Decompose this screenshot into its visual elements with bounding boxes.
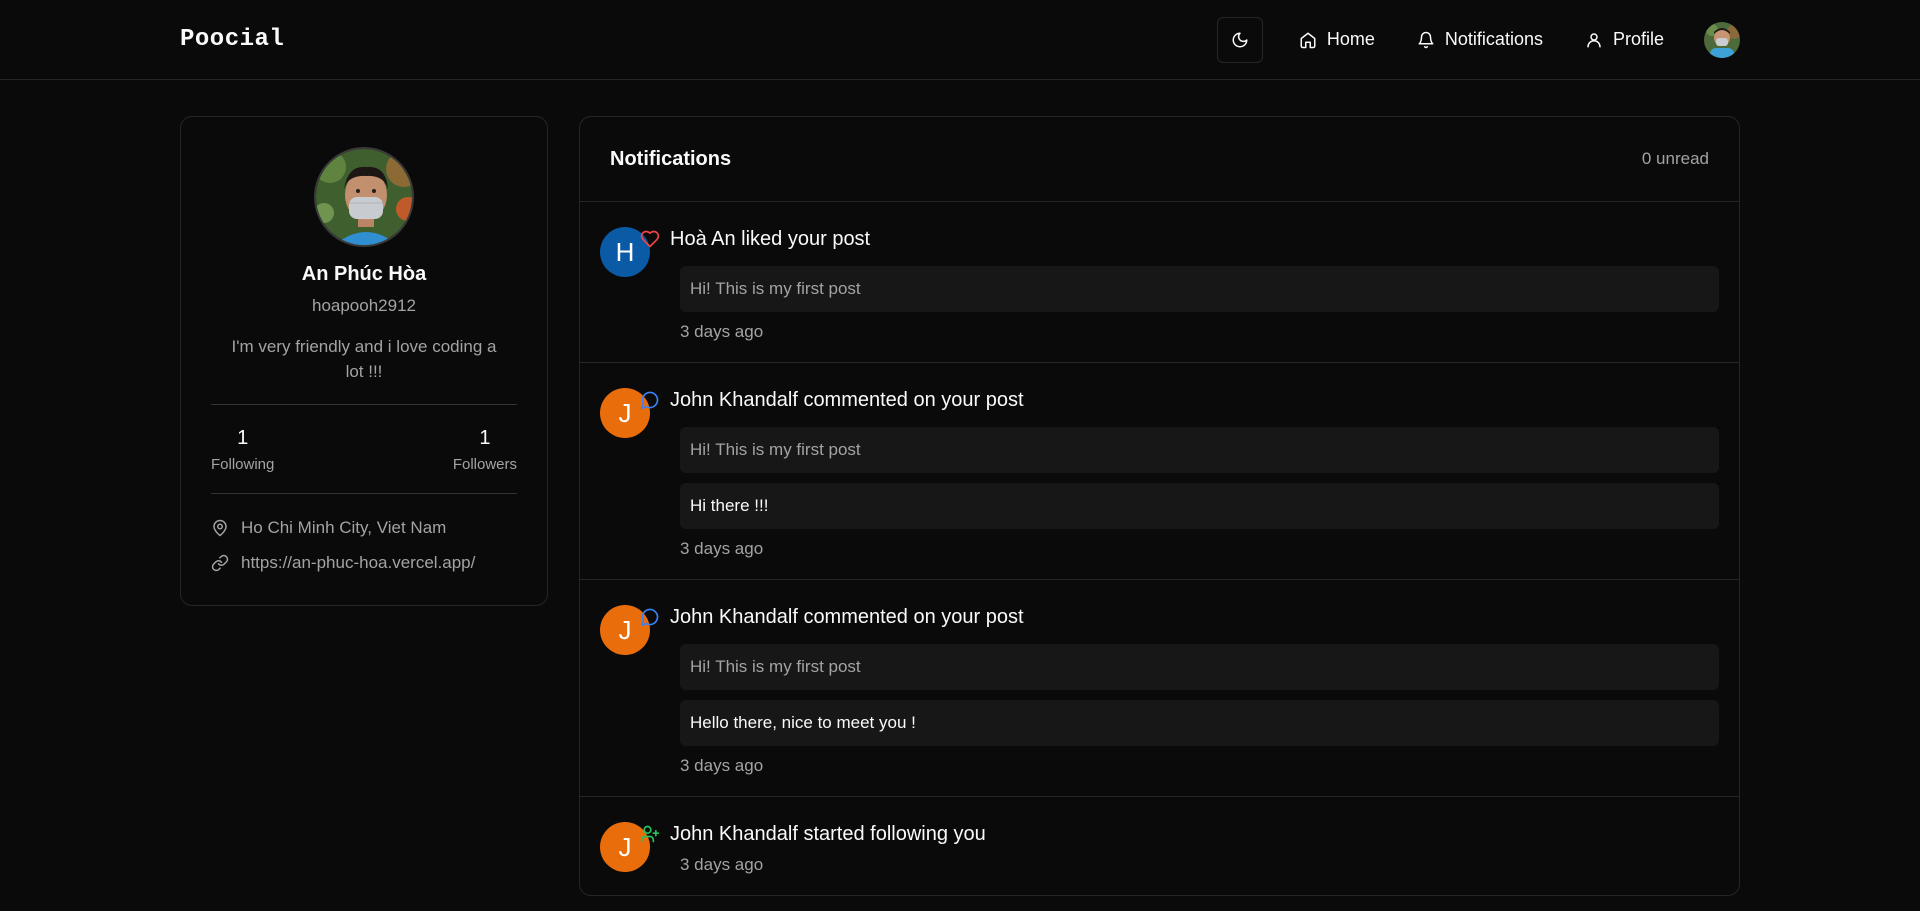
notifications-panel: Notifications 0 unread H Hoà An liked yo… — [579, 116, 1740, 896]
home-icon — [1300, 32, 1316, 48]
profile-divider-2 — [211, 493, 517, 494]
nav-profile-label: Profile — [1612, 29, 1664, 49]
user-avatar-menu[interactable] — [1704, 21, 1740, 58]
notification-text: Hoà An liked your post — [670, 227, 871, 250]
nav-notifications-label: Notifications — [1444, 29, 1543, 49]
notification-body: John Khandalf started following you 3 da… — [640, 821, 1719, 875]
profile-card: An Phúc Hòa hoapooh2912 I'm very friendl… — [180, 116, 548, 606]
notification-body: Hoà An liked your post Hi! This is my fi… — [640, 226, 1719, 342]
notification-time: 3 days ago — [680, 855, 764, 874]
notification-time: 3 days ago — [680, 539, 764, 558]
navbar-inner: Poocial Home Notifications Profile — [180, 16, 1740, 63]
link-icon — [211, 554, 229, 572]
notification-text: John Khandalf started following you — [670, 822, 986, 845]
moon-icon — [1232, 32, 1248, 47]
profile-photo — [316, 149, 412, 245]
post-preview[interactable]: Hi! This is my first post — [680, 266, 1719, 312]
unread-count: 0 unread — [1641, 149, 1709, 168]
profile-location: Ho Chi Minh City, Viet Nam — [211, 516, 517, 540]
notification-text: John Khandalf commented on your post — [670, 605, 1024, 628]
profile-website-link[interactable]: https://an-phuc-hoa.vercel.app/ — [241, 553, 475, 573]
nav-notifications[interactable]: Notifications — [1417, 29, 1543, 50]
map-pin-icon — [213, 519, 227, 537]
profile-username: hoapooh2912 — [311, 296, 416, 315]
notification-body: John Khandalf commented on your post Hi!… — [640, 604, 1719, 776]
message-circle-icon — [640, 391, 659, 410]
avatar-photo — [1704, 21, 1740, 58]
top-navbar: Poocial Home Notifications Profile — [0, 0, 1920, 80]
notification-item[interactable]: J John Khandalf commented on your post H… — [580, 363, 1739, 580]
message-circle-icon — [640, 608, 659, 627]
comment-preview: Hi there !!! — [680, 483, 1719, 529]
profile-bio: I'm very friendly and i love coding a lo… — [231, 337, 497, 381]
user-plus-icon — [640, 825, 660, 843]
profile-website: https://an-phuc-hoa.vercel.app/ — [211, 551, 517, 575]
notification-item[interactable]: J John Khandalf commented on your post H… — [580, 580, 1739, 797]
notification-item[interactable]: J John Khandalf started following you 3 … — [580, 797, 1739, 895]
post-preview[interactable]: Hi! This is my first post — [680, 427, 1719, 473]
notifications-header: Notifications 0 unread — [580, 117, 1739, 202]
user-icon — [1587, 32, 1601, 47]
notification-text-row: John Khandalf commented on your post — [640, 604, 1719, 630]
main-nav: Home Notifications Profile — [1216, 16, 1740, 63]
notification-text-row: John Khandalf started following you — [640, 821, 1719, 847]
main-content: An Phúc Hòa hoapooh2912 I'm very friendl… — [180, 116, 1740, 896]
nav-profile[interactable]: Profile — [1585, 29, 1664, 50]
profile-name: An Phúc Hòa — [301, 263, 427, 285]
post-preview[interactable]: Hi! This is my first post — [680, 644, 1719, 690]
profile-avatar[interactable] — [314, 147, 414, 247]
notification-time: 3 days ago — [680, 756, 764, 775]
followers-label: Followers — [452, 456, 517, 473]
notification-text: John Khandalf commented on your post — [670, 388, 1024, 411]
notifications-title: Notifications — [610, 147, 732, 170]
followers-count: 1 — [479, 427, 491, 449]
notification-body: John Khandalf commented on your post Hi!… — [640, 387, 1719, 559]
followers-stat[interactable]: 1 Followers — [453, 427, 517, 473]
notification-text-row: John Khandalf commented on your post — [640, 387, 1719, 413]
app-logo[interactable]: Poocial — [180, 26, 284, 53]
notification-time: 3 days ago — [680, 322, 764, 341]
nav-home-label: Home — [1326, 29, 1375, 49]
profile-info: Ho Chi Minh City, Viet Nam https://an-ph… — [211, 516, 517, 575]
bell-icon — [1418, 31, 1434, 48]
following-stat[interactable]: 1 Following — [211, 427, 274, 473]
comment-preview: Hello there, nice to meet you ! — [680, 700, 1719, 746]
nav-home[interactable]: Home — [1299, 29, 1375, 50]
notification-text-row: Hoà An liked your post — [640, 226, 1719, 252]
following-label: Following — [211, 456, 275, 473]
following-count: 1 — [237, 427, 249, 449]
notification-item[interactable]: H Hoà An liked your post Hi! This is my … — [580, 202, 1739, 363]
theme-toggle-button[interactable] — [1216, 16, 1263, 63]
profile-stats: 1 Following 1 Followers — [211, 405, 517, 493]
heart-icon — [640, 230, 660, 248]
profile-location-text: Ho Chi Minh City, Viet Nam — [241, 518, 447, 537]
